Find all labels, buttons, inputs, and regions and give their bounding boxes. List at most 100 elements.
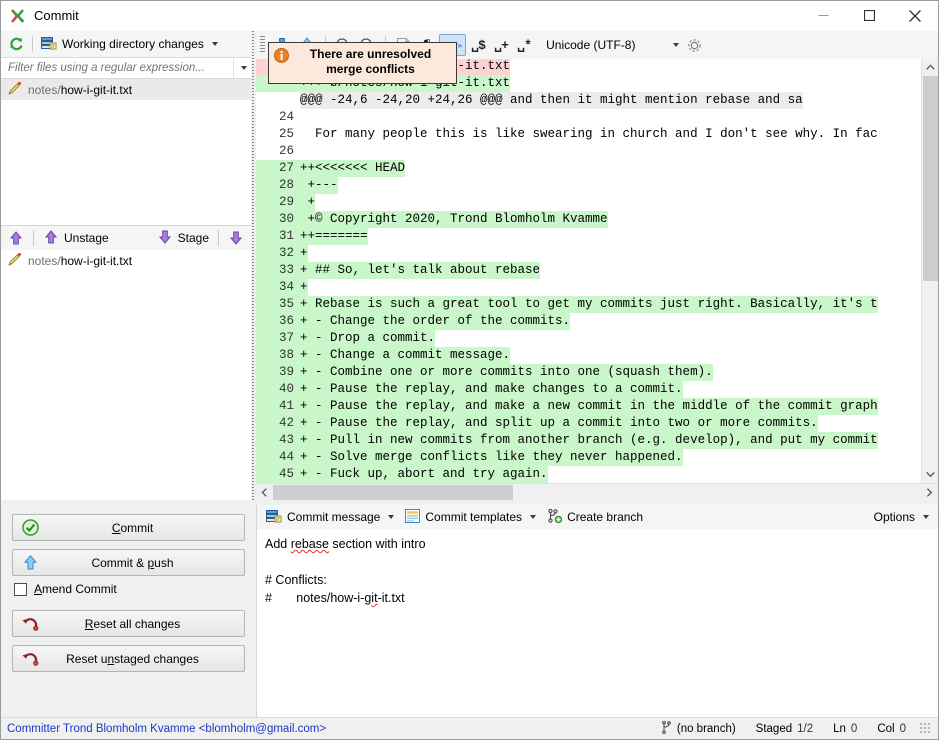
diff-line[interactable]: 42+ - Pause the replay, and split up a c… [256,415,921,432]
toolbar-grip[interactable] [260,36,265,54]
main-body: Working directory changes [1,31,938,500]
list-item[interactable]: notes/how-i-git-it.txt [1,250,251,271]
diff-vertical-scrollbar[interactable] [921,59,938,483]
diff-line[interactable]: 31++======= [256,228,921,245]
stage-label: Stage [178,231,209,245]
reset-unstaged-changes-button[interactable]: Reset unstaged changes [12,645,245,672]
working-directory-scope-selector[interactable]: Working directory changes [38,34,221,55]
unstage-button[interactable]: Unstage [40,227,112,250]
filter-dropdown-button[interactable] [233,58,251,78]
diff-line[interactable]: 35+ Rebase is such a great tool to get m… [256,296,921,313]
scroll-down-arrow-icon[interactable] [922,466,939,483]
options-label: Options [874,510,915,524]
diff-line[interactable]: 26 [256,143,921,160]
diff-line[interactable]: 28 +--- [256,177,921,194]
branch-status[interactable]: (no branch) [651,721,746,737]
diff-line[interactable]: 34+ [256,279,921,296]
list-item[interactable]: notes/how-i-git-it.txt [1,79,251,100]
diff-line[interactable]: @@@ -24,6 -24,20 +24,26 @@@ and then it … [256,92,921,109]
diff-line-number: 33 [256,262,300,279]
diff-line-text: +© Copyright 2020, Trond Blomholm Kvamme [300,211,608,228]
diff-line[interactable]: 41+ - Pause the replay, and make a new c… [256,398,921,415]
commit-templates-menu[interactable]: Commit templates [401,507,540,528]
diff-line[interactable]: 44+ - Solve merge conflicts like they ne… [256,449,921,466]
diff-line[interactable]: 43+ - Pull in new commits from another b… [256,432,921,449]
close-button[interactable] [892,1,938,31]
filter-input[interactable] [1,61,233,75]
commit-message-line [265,553,930,571]
commit-message-input[interactable]: Add rebase section with intro# Conflicts… [257,529,938,717]
scroll-track[interactable] [273,484,921,501]
diff-line-text: + - Fuck up, abort and try again. [300,466,548,483]
reset-all-changes-label: Reset all changes [29,617,236,631]
scroll-track[interactable] [922,76,939,466]
diff-line[interactable]: 38+ - Change a commit message. [256,347,921,364]
app-logo-icon [10,8,26,24]
options-menu[interactable]: Options [870,508,933,526]
amend-commit-checkbox[interactable] [14,583,27,596]
diff-settings-button[interactable] [683,34,706,56]
diff-line-number: 41 [256,398,300,415]
title-bar: Commit [1,1,938,31]
commit-and-push-button-label: Commit & push [29,556,236,570]
diff-line[interactable]: 30 +© Copyright 2020, Trond Blomholm Kva… [256,211,921,228]
reset-all-changes-button[interactable]: Reset all changes [12,610,245,637]
horizontal-splitter[interactable] [1,500,938,505]
diff-line[interactable]: 27++<<<<<<< HEAD [256,160,921,177]
diff-viewport: diff --cc notes/how-i-git-it.txtindex 33… [256,59,938,483]
pencil-modified-icon [7,81,22,99]
committer-info: Committer Trond Blomholm Kvamme <blomhol… [7,723,326,735]
commit-area: Commit Commit & push Amend Commit [1,505,938,717]
diff-line[interactable]: 29 + [256,194,921,211]
diff-horizontal-scrollbar[interactable] [256,483,938,500]
diff-line[interactable]: 40+ - Pause the replay, and make changes… [256,381,921,398]
diff-line-number: 34 [256,279,300,296]
commit-message-line: # notes/how-i-git-it.txt [265,589,930,607]
diff-line-number: 25 [256,126,300,143]
stage-button[interactable]: Stage [154,227,212,250]
diff-line[interactable]: 39+ - Combine one or more commits into o… [256,364,921,381]
chevron-down-icon [923,515,929,519]
create-branch-button[interactable]: Create branch [543,507,647,528]
chevron-down-icon [530,515,536,519]
show-spaces-button[interactable]: ␣+ [490,34,512,56]
diff-line-number: 30 [256,211,300,228]
resize-grip[interactable] [920,723,932,735]
maximize-button[interactable] [846,1,892,31]
diff-line-number: 29 [256,194,300,211]
commit-message-menu[interactable]: Commit message [262,507,398,528]
scroll-thumb[interactable] [923,76,938,281]
diff-scroll-area[interactable]: diff --cc notes/how-i-git-it.txtindex 33… [256,59,921,483]
staged-file-list[interactable]: notes/how-i-git-it.txt [1,79,251,225]
minimize-button[interactable] [800,1,846,31]
commit-dialog-window: Commit [0,0,939,740]
diff-line[interactable]: 45+ - Fuck up, abort and try again. [256,466,921,483]
diff-line[interactable]: 33+ ## So, let's talk about rebase [256,262,921,279]
diff-line-text: + - Pause the replay, and split up a com… [300,415,818,432]
diff-line-text: + ## So, let's talk about rebase [300,262,540,279]
unstage-all-button[interactable] [5,227,27,249]
amend-commit-row[interactable]: Amend Commit [12,576,245,602]
show-tabs-button[interactable]: ␣$ [467,34,489,56]
scroll-left-arrow-icon[interactable] [256,484,273,501]
diff-line[interactable]: 24 [256,109,921,126]
show-eol-button[interactable]: ␣* [513,34,535,56]
commit-message-line: Add rebase section with intro [265,535,930,553]
scroll-right-arrow-icon[interactable] [921,484,938,501]
diff-line-number: 39 [256,364,300,381]
diff-line[interactable]: 37+ - Drop a commit. [256,330,921,347]
encoding-label: Unicode (UTF-8) [542,38,666,52]
scroll-up-arrow-icon[interactable] [922,59,939,76]
refresh-button[interactable] [5,33,27,55]
commit-and-push-button[interactable]: Commit & push [12,549,245,576]
chevron-down-icon[interactable] [666,35,682,55]
scroll-thumb[interactable] [273,485,513,500]
diff-line[interactable]: 36+ - Change the order of the commits. [256,313,921,330]
diff-line[interactable]: 32+ [256,245,921,262]
diff-line[interactable]: 25 For many people this is like swearing… [256,126,921,143]
unstaged-file-list[interactable]: notes/how-i-git-it.txt [1,250,251,500]
commit-button[interactable]: Commit [12,514,245,541]
stage-all-button[interactable] [225,227,247,249]
encoding-selector[interactable]: Unicode (UTF-8) [542,34,682,56]
file-path: notes/how-i-git-it.txt [28,83,132,97]
